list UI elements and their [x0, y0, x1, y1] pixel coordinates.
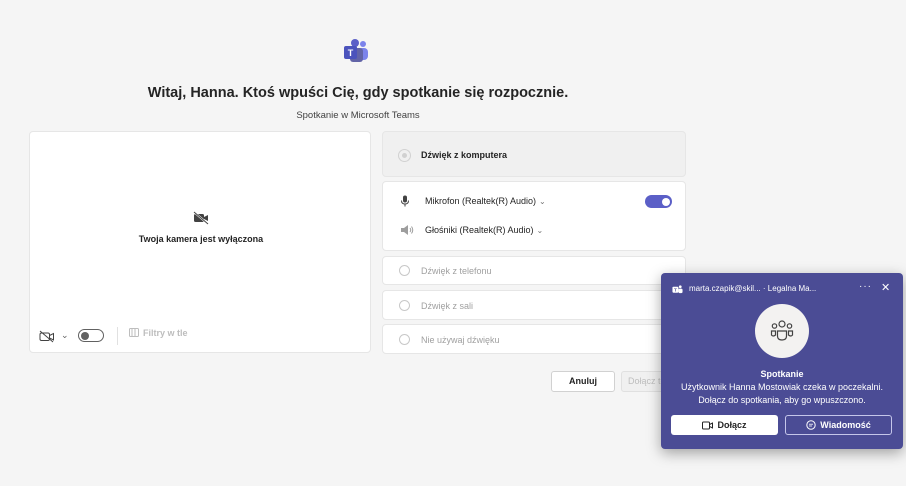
camera-off-icon[interactable]: [39, 330, 55, 343]
toggle-knob: [81, 331, 89, 340]
svg-text:T: T: [674, 287, 677, 292]
teams-logo-icon: T: [344, 39, 368, 62]
toggle-knob: [662, 197, 670, 206]
radio-computer-audio[interactable]: [399, 150, 410, 161]
speakers-label: Głośniki (Realtek(R) Audio): [425, 225, 534, 235]
microphone-select[interactable]: Mikrofon (Realtek(R) Audio) ⌄: [425, 196, 546, 206]
people-avatar: [755, 304, 809, 358]
video-icon: [702, 421, 714, 430]
svg-text:T: T: [348, 48, 354, 58]
chat-icon: [806, 420, 816, 430]
meeting-subtitle: Spotkanie w Microsoft Teams: [296, 110, 420, 121]
microphone-toggle[interactable]: [645, 195, 672, 208]
camera-toggle[interactable]: [78, 329, 104, 342]
more-options-icon[interactable]: ···: [859, 281, 872, 292]
radio-room-audio[interactable]: [399, 300, 410, 311]
camera-off-icon: [193, 211, 209, 225]
camera-options-chevron-icon[interactable]: ⌄: [61, 330, 69, 341]
audio-option-label: Dźwięk z sali: [421, 301, 474, 311]
audio-option-computer[interactable]: Dźwięk z komputera: [382, 131, 686, 177]
lobby-notification: T marta.czapik@skil... · Legalna Ma... ·…: [661, 273, 903, 449]
microphone-label: Mikrofon (Realtek(R) Audio): [425, 196, 537, 206]
notification-source: marta.czapik@skil... · Legalna Ma...: [689, 284, 817, 293]
radio-no-audio[interactable]: [399, 334, 410, 345]
speakers-select[interactable]: Głośniki (Realtek(R) Audio) ⌄: [425, 225, 543, 235]
audio-option-room[interactable]: Dźwięk z sali: [382, 290, 686, 320]
filters-label: Filtry w tle: [143, 328, 188, 338]
background-filters-button[interactable]: Filtry w tle: [129, 328, 188, 338]
camera-status-text: Twoja kamera jest wyłączona: [138, 234, 264, 244]
microphone-icon: [401, 195, 409, 207]
teams-logo-icon: T: [672, 285, 683, 294]
people-icon: [770, 320, 794, 341]
notification-title: Spotkanie: [760, 369, 804, 379]
camera-preview: Twoja kamera jest wyłączona ⌄ Filtry w t…: [29, 131, 371, 353]
page-title: Witaj, Hanna. Ktoś wpuści Cię, gdy spotk…: [147, 85, 569, 101]
message-button[interactable]: Wiadomość: [785, 415, 892, 435]
chevron-down-icon: ⌄: [536, 226, 544, 235]
audio-option-none[interactable]: Nie używaj dźwięku: [382, 324, 686, 354]
close-icon[interactable]: ✕: [881, 281, 890, 294]
notification-message: Użytkownik Hanna Mostowiak czeka w pocze…: [680, 382, 884, 392]
camera-controls: ⌄ Filtry w tle: [30, 325, 372, 351]
join-button[interactable]: Dołącz: [671, 415, 778, 435]
audio-option-label: Dźwięk z telefonu: [421, 266, 492, 276]
chevron-down-icon: ⌄: [539, 197, 546, 206]
divider: [117, 327, 118, 345]
notification-message: Dołącz do spotkania, aby go wpuszczono.: [698, 395, 866, 405]
audio-option-label: Nie używaj dźwięku: [421, 335, 500, 345]
radio-phone-audio[interactable]: [399, 265, 410, 276]
message-label: Wiadomość: [820, 420, 871, 430]
cancel-button[interactable]: Anuluj: [551, 371, 615, 392]
speaker-icon: [401, 225, 414, 235]
audio-option-phone[interactable]: Dźwięk z telefonu: [382, 256, 686, 285]
join-label: Dołącz: [717, 420, 747, 430]
audio-option-label: Dźwięk z komputera: [421, 150, 508, 160]
background-filters-icon: [129, 328, 139, 337]
audio-devices-panel: Mikrofon (Realtek(R) Audio) ⌄ Głośniki (R…: [382, 181, 686, 251]
